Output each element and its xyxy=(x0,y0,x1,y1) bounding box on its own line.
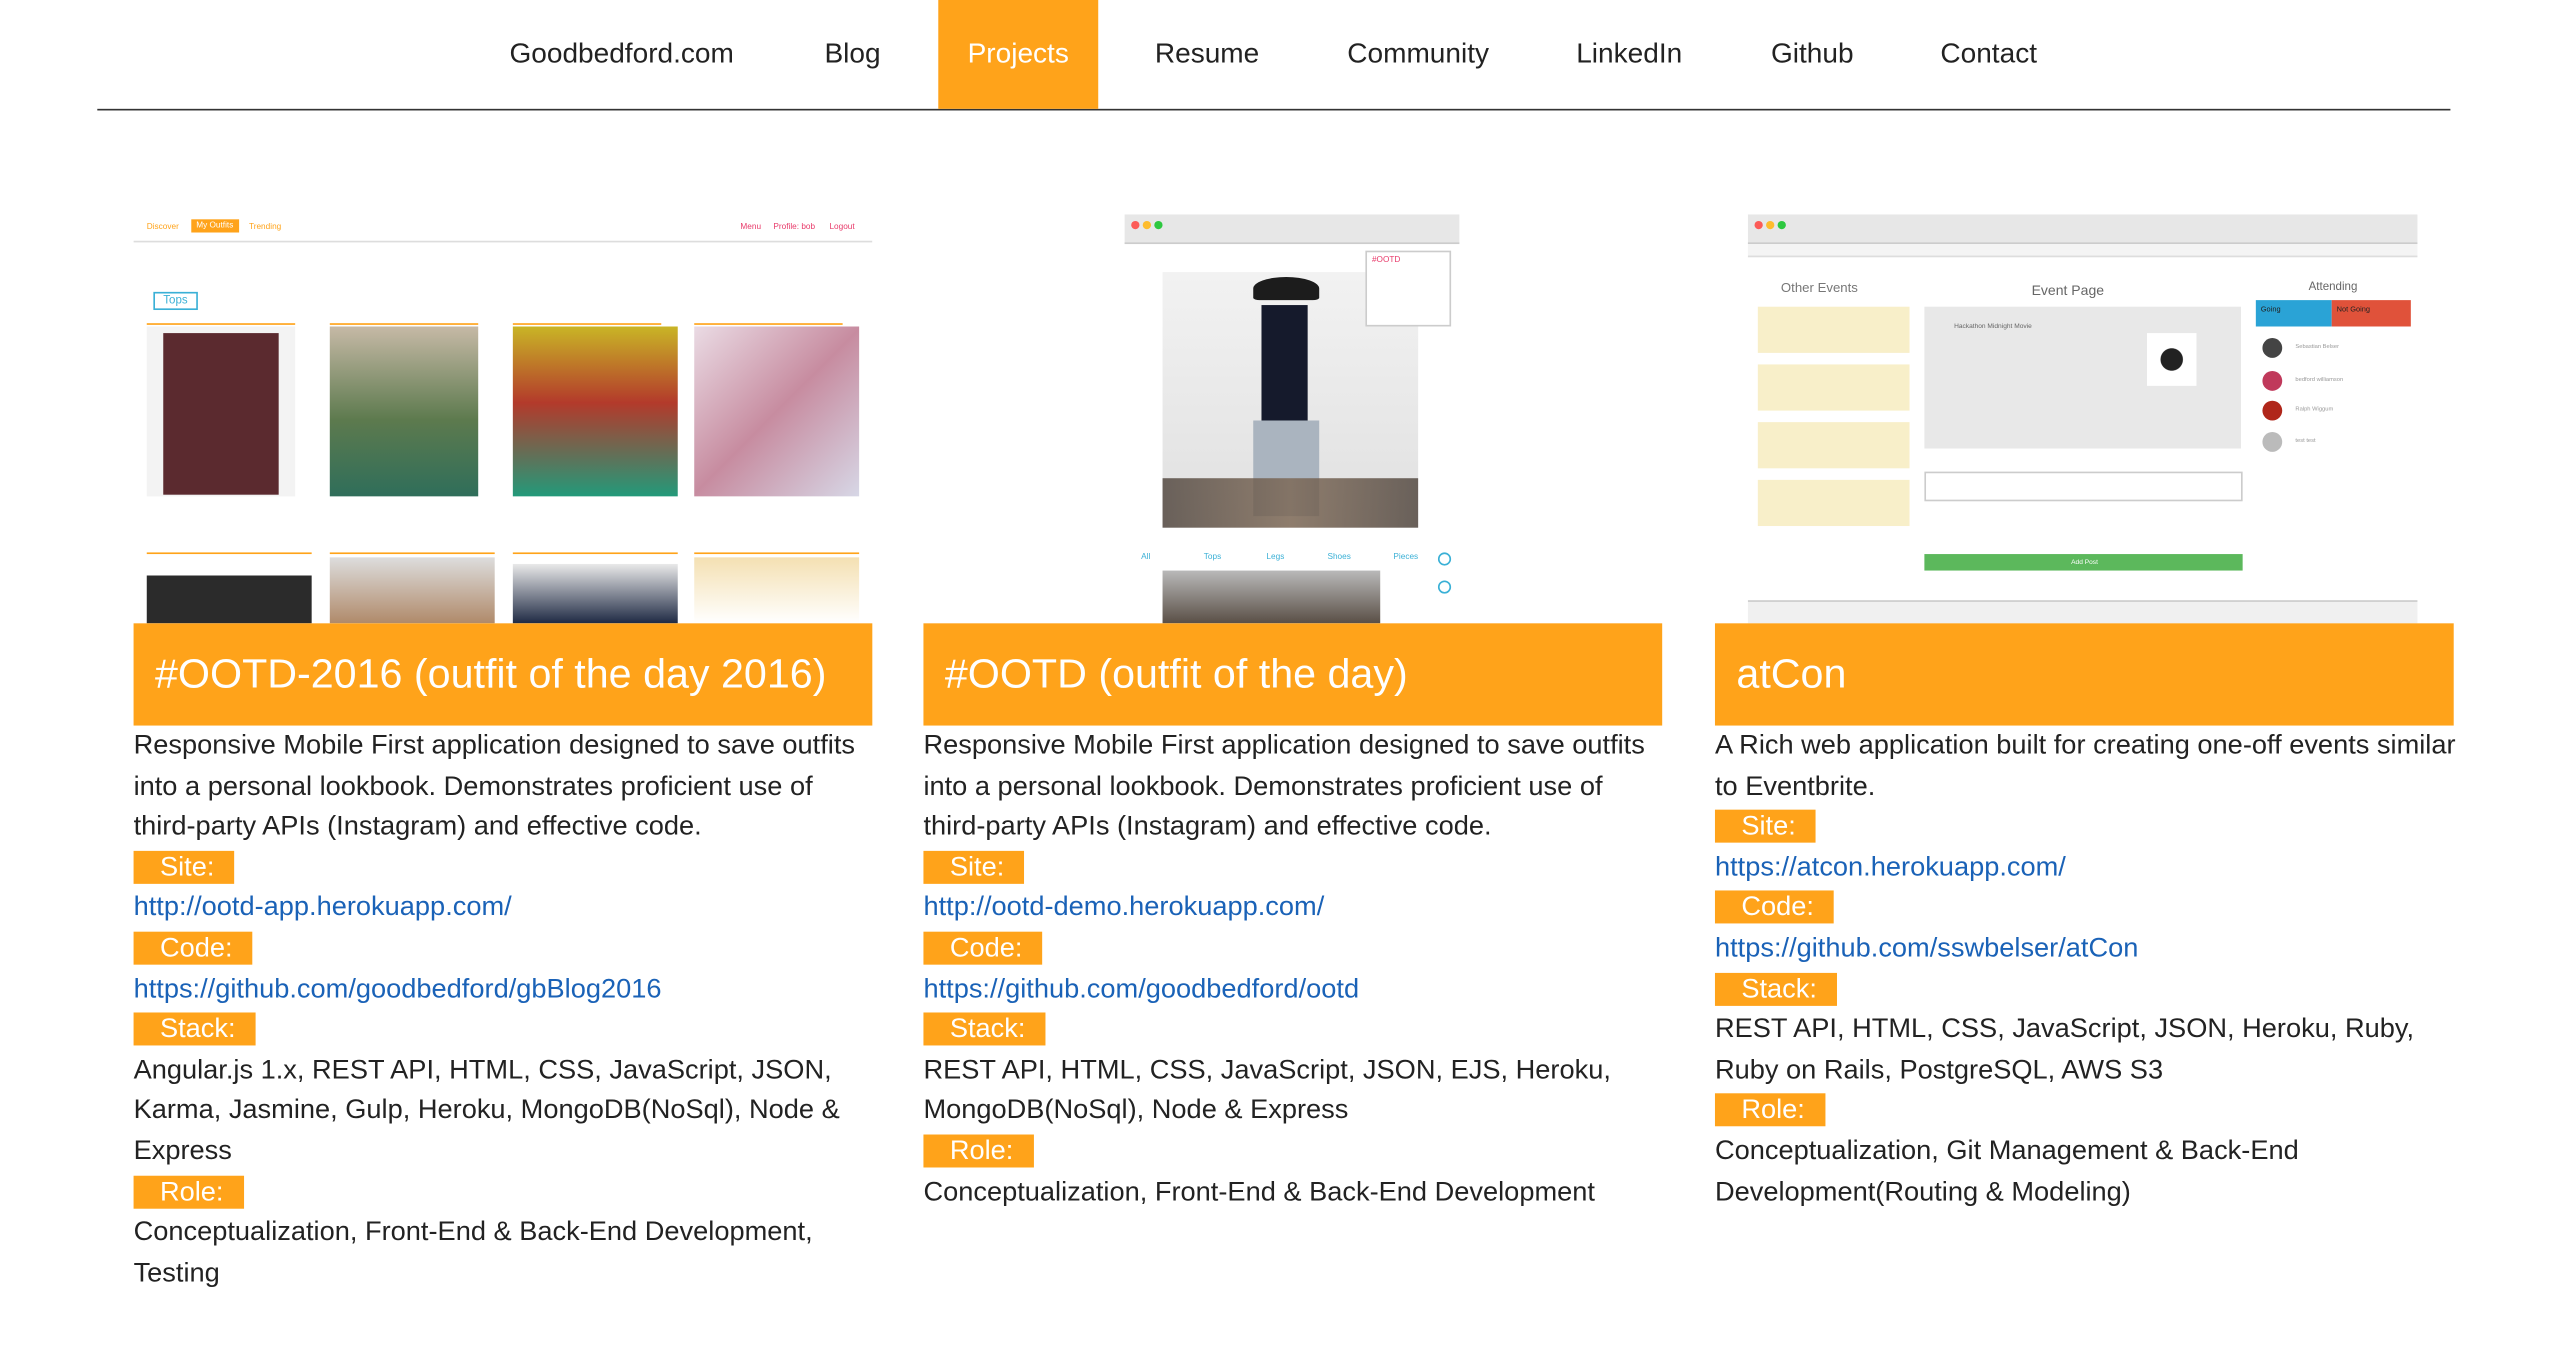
going-label: Going xyxy=(2260,305,2281,314)
event-card xyxy=(1757,364,1910,411)
avatar xyxy=(2262,400,2283,421)
event-card xyxy=(1757,422,1910,469)
page: Goodbedford.com Blog Projects Resume Com… xyxy=(0,0,2550,1356)
attendee-name: test test xyxy=(2295,436,2316,444)
role-label: Role: xyxy=(923,1134,1034,1168)
project-details: Responsive Mobile First application desi… xyxy=(923,726,1665,1213)
role-label: Role: xyxy=(1714,1093,1825,1127)
up-arrow-icon xyxy=(1437,552,1452,566)
role-label: Role: xyxy=(133,1174,244,1208)
outfit-photo xyxy=(1162,478,1419,528)
attendee-name: bedford williamson xyxy=(2295,375,2344,383)
shot-filter-pieces: Pieces xyxy=(1393,552,1419,563)
shot-nav-menu: Menu xyxy=(740,222,762,233)
project-title: #OOTD (outfit of the day) xyxy=(923,623,1663,726)
role-text: Conceptualization, Front-End & Back-End … xyxy=(923,1176,1595,1207)
side-tag: #OOTD xyxy=(1371,255,1401,266)
site-link[interactable]: http://ootd-demo.herokuapp.com/ xyxy=(923,893,1324,923)
role-text: Conceptualization, Front-End & Back-End … xyxy=(133,1217,813,1288)
avatar xyxy=(2262,371,2283,391)
outfit-photo xyxy=(146,575,312,624)
site-label: Site: xyxy=(133,850,235,884)
project-description: Responsive Mobile First application desi… xyxy=(923,730,1645,842)
outfit-photo xyxy=(694,557,860,624)
down-arrow-icon xyxy=(1437,580,1452,594)
shot-filter-tops: Tops xyxy=(153,291,198,311)
site-link[interactable]: https://atcon.herokuapp.com/ xyxy=(1715,852,2066,882)
shot-nav-discover: Discover xyxy=(146,222,179,233)
new-post-input xyxy=(1924,471,2243,502)
code-link[interactable]: https://github.com/goodbedford/ootd xyxy=(923,974,1359,1004)
project-description: A Rich web application built for creatin… xyxy=(1714,730,2456,801)
event-card xyxy=(1757,306,1910,353)
shot-nav-logout: Logout xyxy=(829,222,855,233)
project-details: Responsive Mobile First application desi… xyxy=(133,726,876,1294)
outfit-photo xyxy=(329,557,495,624)
stack-label: Stack: xyxy=(1714,972,1837,1006)
event-name: Hackathon Midnight Movie xyxy=(1954,321,2032,330)
outfit-photo xyxy=(1261,305,1308,421)
code-link[interactable]: https://github.com/sswbelser/atCon xyxy=(1715,933,2138,963)
outfit-photo xyxy=(512,326,678,497)
nav-github[interactable]: Github xyxy=(1743,0,1882,109)
project-title: #OOTD-2016 (outfit of the day 2016) xyxy=(133,623,873,726)
not-going-label: Not Going xyxy=(2336,305,2371,314)
attendee-name: Ralph Wiggum xyxy=(2295,405,2334,413)
project-title: atCon xyxy=(1714,623,2454,726)
top-nav: Goodbedford.com Blog Projects Resume Com… xyxy=(97,0,2451,111)
nav-blog[interactable]: Blog xyxy=(798,0,907,109)
outfit-photo xyxy=(329,326,479,497)
project-description: Responsive Mobile First application desi… xyxy=(133,730,855,842)
other-events-heading: Other Events xyxy=(1780,280,1858,296)
shot-filter-tops: Tops xyxy=(1203,552,1222,563)
hat-shape xyxy=(1253,277,1320,301)
download-bar xyxy=(1747,600,2418,624)
avatar xyxy=(2262,338,2283,358)
project-screenshot[interactable]: Other Events Event Page Hackathon Midnig… xyxy=(1714,214,2454,624)
nav-contact[interactable]: Contact xyxy=(1911,0,2066,109)
attending-heading: Attending xyxy=(2308,281,2358,294)
nav-goodbedford[interactable]: Goodbedford.com xyxy=(475,0,769,109)
outfit-photo xyxy=(163,333,279,495)
code-label: Code: xyxy=(133,931,253,965)
theater-masks-icon xyxy=(2146,333,2197,386)
project-details: A Rich web application built for creatin… xyxy=(1714,726,2457,1213)
project-screenshot[interactable]: #OOTD All Tops Legs Shoes Pieces xyxy=(923,214,1663,624)
site-label: Site: xyxy=(1714,809,1816,843)
event-page-heading: Event Page xyxy=(2031,281,2105,299)
shot-filter-all: All xyxy=(1141,552,1151,563)
stack-text: REST API, HTML, CSS, JavaScript, JSON, H… xyxy=(1714,1014,2415,1085)
code-label: Code: xyxy=(1714,891,1834,925)
code-label: Code: xyxy=(923,931,1043,965)
shot-nav-profile: Profile: bob xyxy=(773,222,816,233)
event-card xyxy=(1757,479,1910,527)
site-link[interactable]: http://ootd-app.herokuapp.com/ xyxy=(134,893,512,923)
stack-text: REST API, HTML, CSS, JavaScript, JSON, E… xyxy=(923,1054,1611,1126)
role-text: Conceptualization, Git Management & Back… xyxy=(1714,1136,2299,1207)
project-screenshot[interactable]: Discover My Outfits Trending Menu Profil… xyxy=(133,214,873,624)
nav-community[interactable]: Community xyxy=(1319,0,1517,109)
nav-linkedin[interactable]: LinkedIn xyxy=(1548,0,1710,109)
outfit-photo xyxy=(512,563,678,624)
shot-nav-my-outfits: My Outfits xyxy=(191,219,239,233)
shot-filter-legs: Legs xyxy=(1266,552,1285,563)
nav-projects[interactable]: Projects xyxy=(938,0,1099,109)
stack-label: Stack: xyxy=(923,1012,1046,1046)
outfit-photo xyxy=(1162,570,1381,624)
attendee-name: Sebastian Belser xyxy=(2295,342,2340,350)
stack-label: Stack: xyxy=(133,1012,256,1046)
shot-filter-shoes: Shoes xyxy=(1327,552,1351,563)
nav-resume[interactable]: Resume xyxy=(1130,0,1285,109)
shot-nav-trending: Trending xyxy=(248,222,282,233)
outfit-photo xyxy=(694,326,860,497)
site-label: Site: xyxy=(923,850,1025,884)
add-post-label: Add Post xyxy=(2071,557,2098,566)
code-link[interactable]: https://github.com/goodbedford/gbBlog201… xyxy=(134,974,662,1004)
stack-text: Angular.js 1.x, REST API, HTML, CSS, Jav… xyxy=(133,1054,840,1166)
avatar xyxy=(2262,432,2283,452)
